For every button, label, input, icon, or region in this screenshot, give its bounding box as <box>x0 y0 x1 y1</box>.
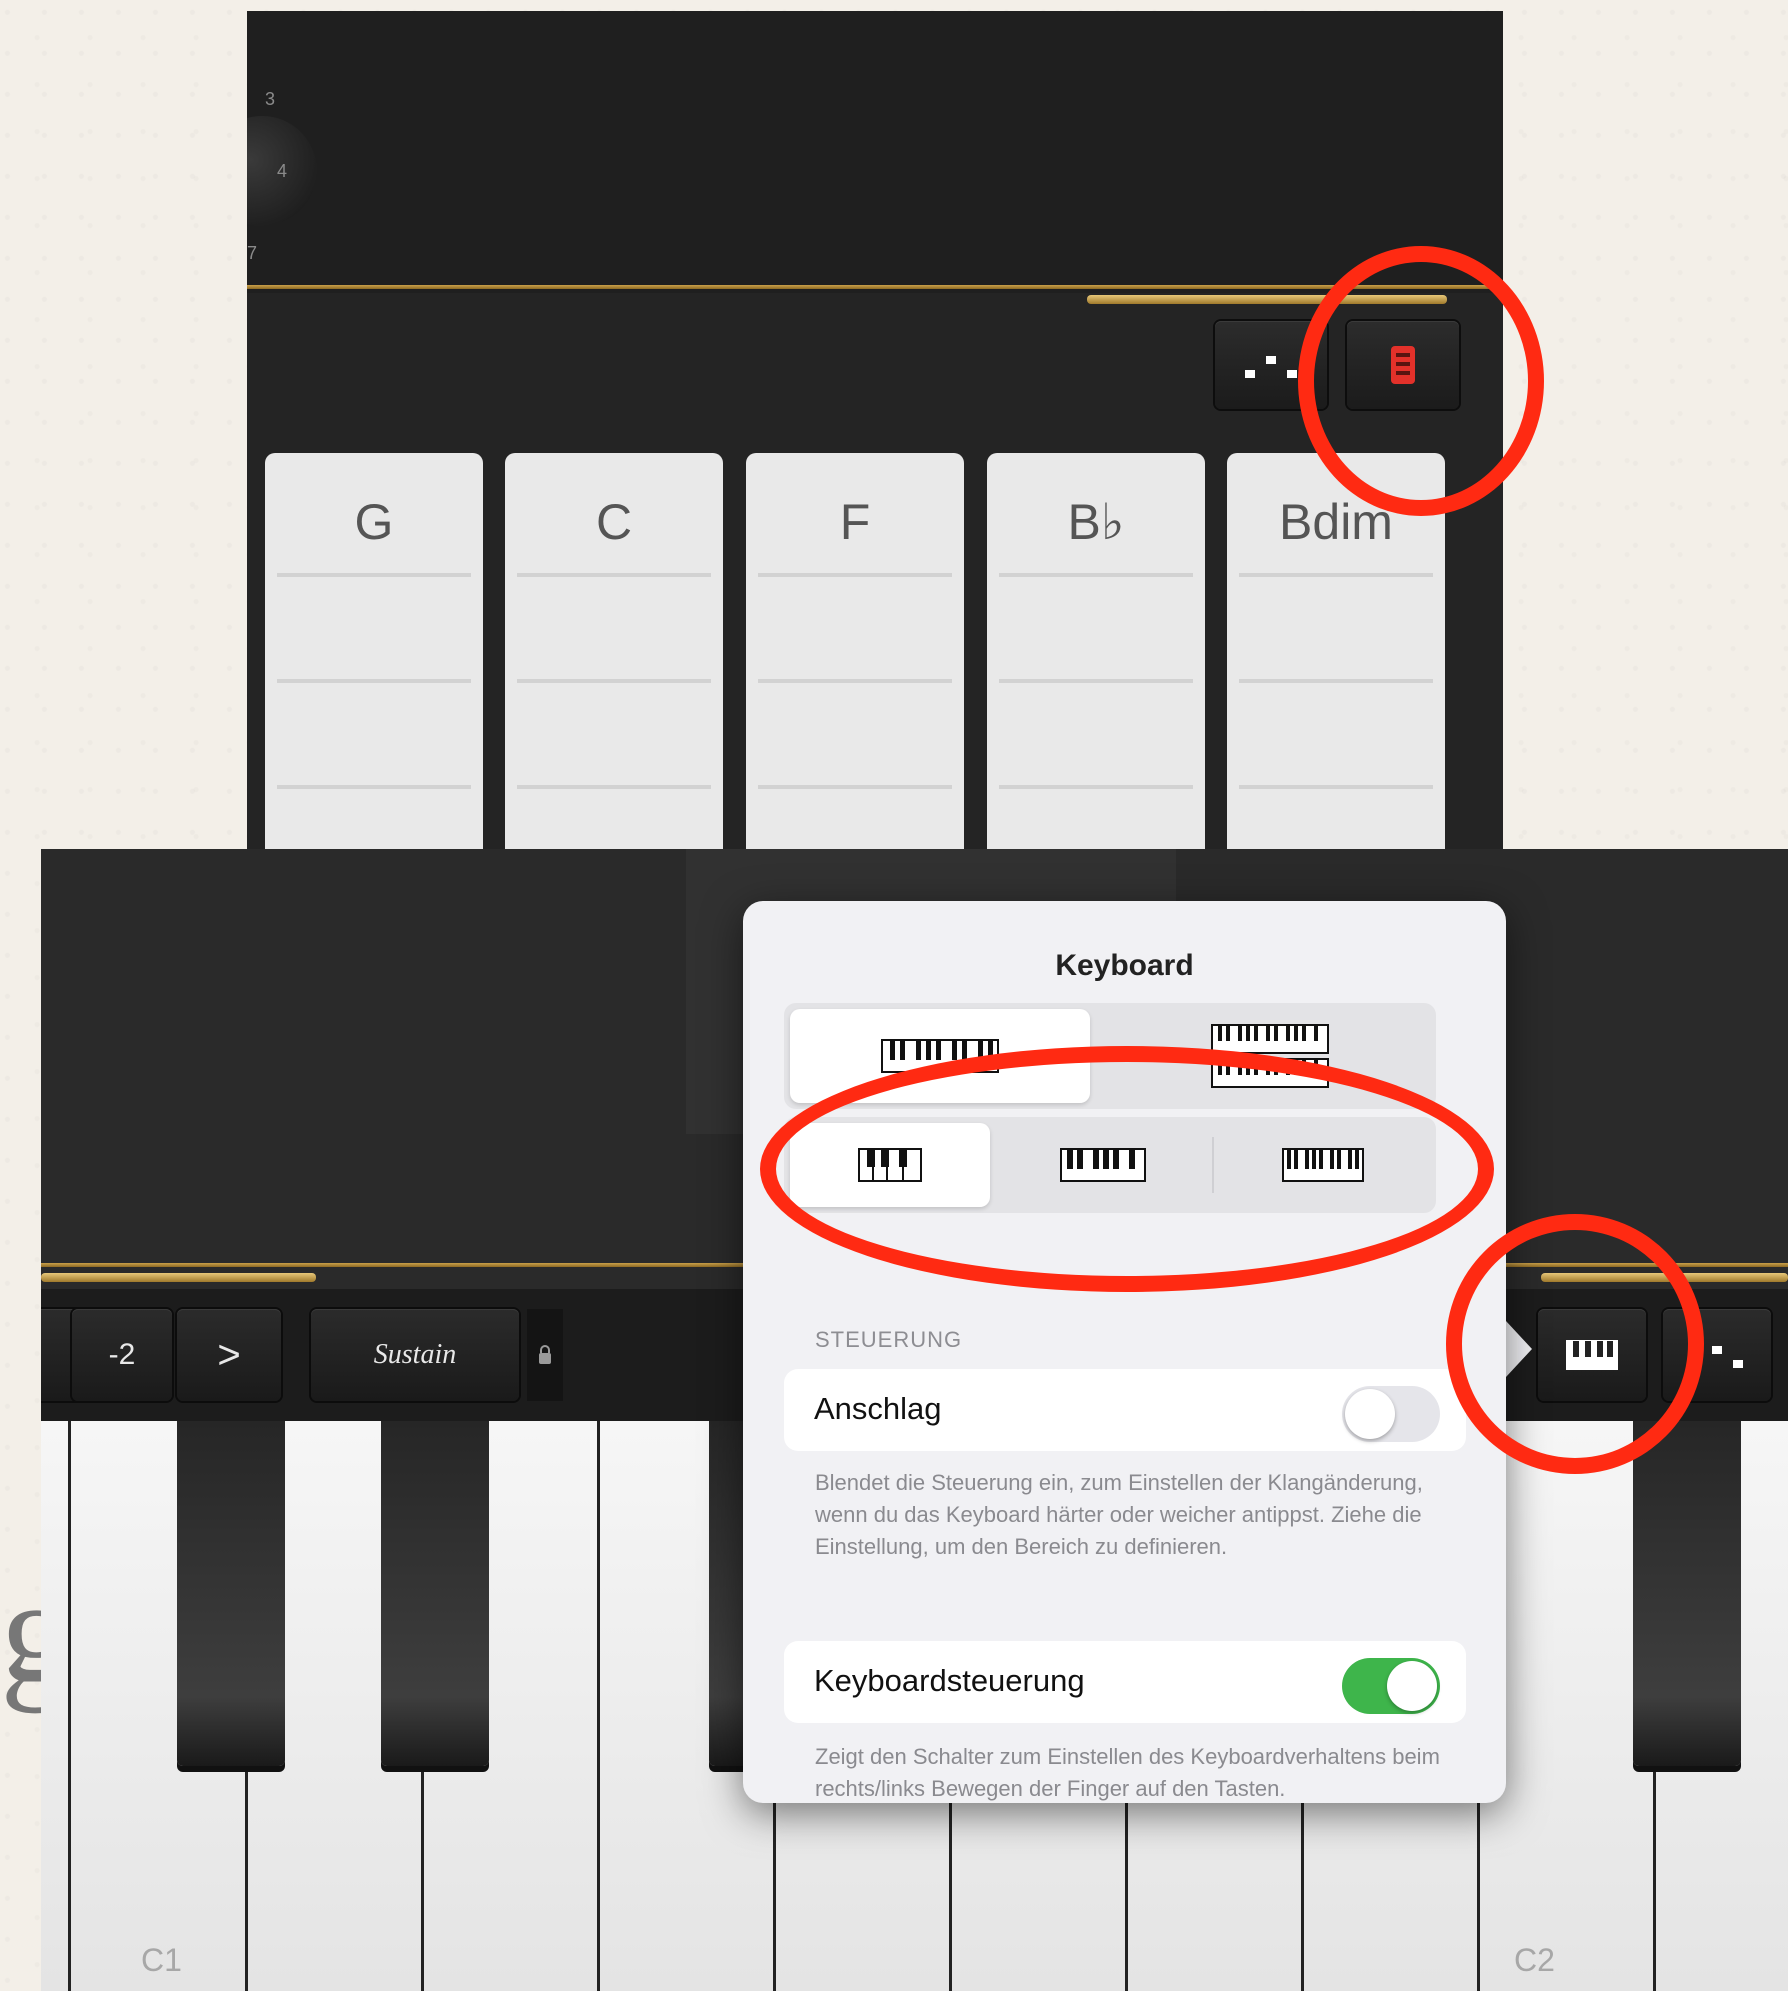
chord-label: G <box>354 494 394 550</box>
chord-strip[interactable]: C <box>505 453 723 849</box>
white-key[interactable] <box>41 1421 71 1991</box>
chord-strip[interactable]: F <box>746 453 964 849</box>
key-label: C1 <box>141 1942 182 1978</box>
black-key[interactable] <box>177 1421 285 1766</box>
black-key[interactable] <box>1633 1421 1741 1766</box>
octave-value: -2 <box>72 1309 172 1401</box>
key-label: C2 <box>1514 1942 1555 1978</box>
header-panel: 3 4 7 <box>247 11 1503 293</box>
divider <box>517 573 711 577</box>
divider <box>999 573 1193 577</box>
keyboard-popover: Keyboard STEUERUNG Anschlag Blendet die … <box>743 901 1506 1803</box>
velocity-setting-row: Anschlag <box>784 1369 1466 1451</box>
chord-label: C <box>595 494 633 550</box>
octave-up-button[interactable]: > <box>177 1309 281 1401</box>
divider <box>1239 785 1433 789</box>
annotation-ellipse <box>760 1046 1494 1292</box>
divider <box>758 573 952 577</box>
toggle-thumb <box>1387 1661 1437 1711</box>
divider <box>758 679 952 683</box>
divider <box>1239 679 1433 683</box>
gold-trim <box>247 285 1503 289</box>
knob-label: 4 <box>277 161 288 181</box>
divider <box>277 785 471 789</box>
velocity-description: Blendet die Steuerung ein, zum Einstelle… <box>815 1470 1423 1559</box>
black-key[interactable] <box>381 1421 489 1766</box>
divider <box>999 679 1193 683</box>
sustain-lock[interactable] <box>527 1309 563 1401</box>
chord-label: F <box>839 494 871 550</box>
knob-label: 7 <box>247 243 258 263</box>
chord-label: B♭ <box>1067 494 1125 550</box>
arpeggiator-icon <box>1245 356 1297 378</box>
divider <box>999 785 1193 789</box>
toggle-thumb <box>1345 1389 1395 1439</box>
keyboard-control-setting-row: Keyboardsteuerung <box>784 1641 1466 1723</box>
section-header: STEUERUNG <box>815 1327 963 1352</box>
chord-strip[interactable]: B♭ <box>987 453 1205 849</box>
chord-strip[interactable]: G <box>265 453 483 849</box>
white-key[interactable]: C2 <box>1480 1421 1656 1991</box>
keyboard-control-toggle[interactable] <box>1342 1658 1440 1714</box>
keyboard-control-label: Keyboardsteuerung <box>814 1663 1085 1698</box>
divider <box>1239 573 1433 577</box>
divider <box>758 785 952 789</box>
knob-label: 3 <box>265 89 276 109</box>
divider <box>277 679 471 683</box>
divider <box>517 785 711 789</box>
divider <box>277 573 471 577</box>
annotation-circle <box>1446 1214 1704 1474</box>
velocity-toggle[interactable] <box>1342 1386 1440 1442</box>
divider <box>517 679 711 683</box>
gold-handle <box>41 1273 316 1282</box>
lock-icon <box>539 1345 551 1364</box>
annotation-circle <box>1298 246 1544 516</box>
keyboard-control-description: Zeigt den Schalter zum Einstellen des Ke… <box>815 1744 1440 1801</box>
sustain-button[interactable]: Sustain <box>311 1309 519 1401</box>
velocity-label: Anschlag <box>814 1391 942 1426</box>
popover-title: Keyboard <box>1055 949 1194 982</box>
